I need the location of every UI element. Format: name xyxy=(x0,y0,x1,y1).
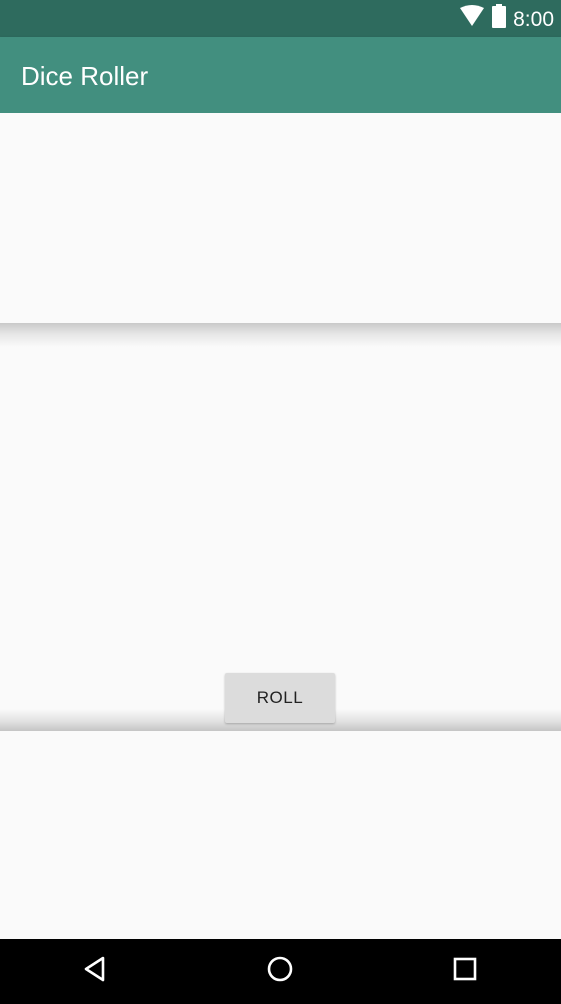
status-bar: 8:00 xyxy=(0,0,561,37)
app-title: Dice Roller xyxy=(21,61,149,91)
navigation-bar xyxy=(0,939,561,1004)
dice-image-area xyxy=(0,323,561,731)
roll-button[interactable]: ROLL xyxy=(225,673,335,723)
recents-icon xyxy=(452,956,478,987)
home-button[interactable] xyxy=(245,939,315,1004)
status-icons: 8:00 xyxy=(459,0,554,37)
home-icon xyxy=(266,955,294,988)
dice-area-top-edge xyxy=(0,323,561,347)
wifi-icon xyxy=(459,5,485,32)
back-icon xyxy=(81,955,109,988)
back-button[interactable] xyxy=(60,939,130,1004)
app-bar: Dice Roller xyxy=(0,37,561,113)
battery-icon xyxy=(492,4,507,33)
main-content: ROLL xyxy=(0,113,561,939)
status-time: 8:00 xyxy=(513,8,554,31)
recents-button[interactable] xyxy=(430,939,500,1004)
